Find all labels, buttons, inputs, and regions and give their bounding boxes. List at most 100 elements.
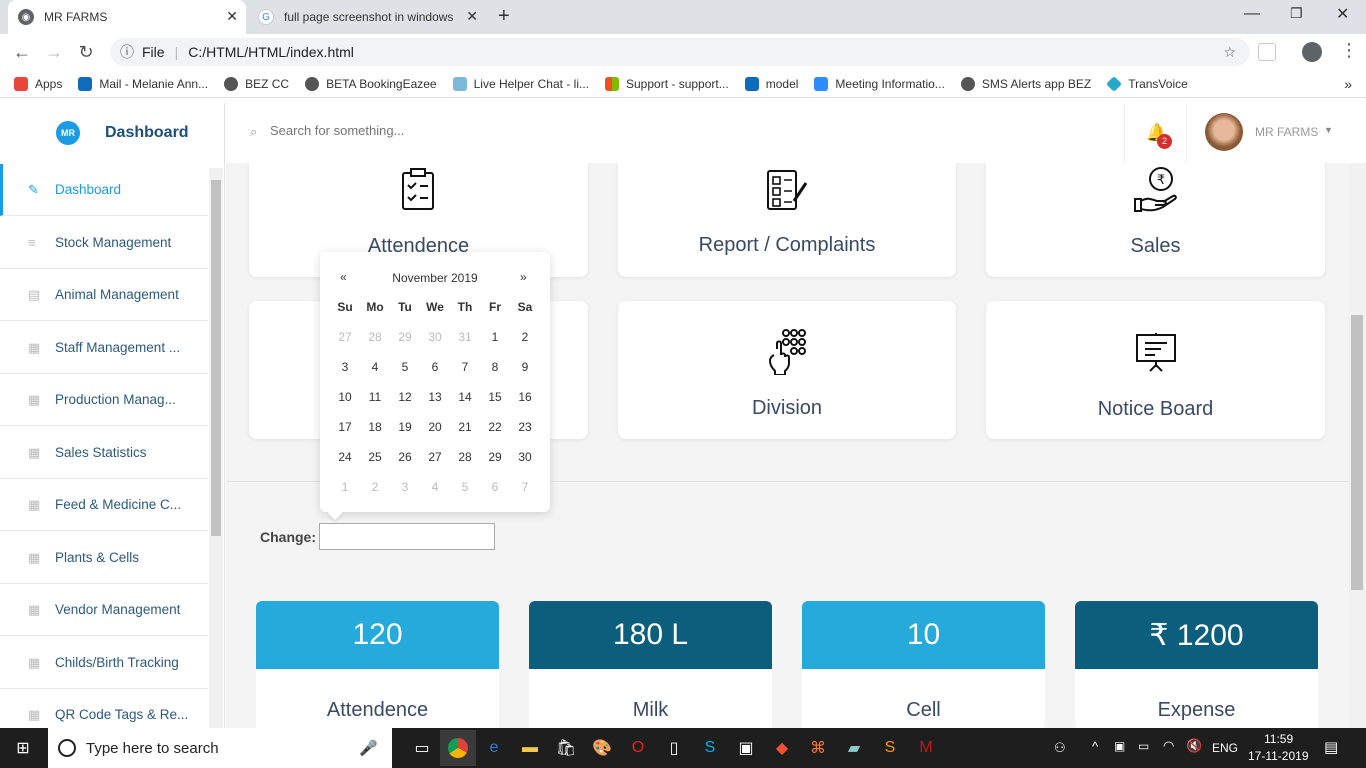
terminal-icon[interactable]: ▣: [728, 730, 764, 766]
day-cell[interactable]: 11: [360, 382, 390, 412]
sidebar-item-plants[interactable]: ▦ Plants & Cells: [0, 532, 208, 584]
app-icon[interactable]: ▰: [836, 730, 872, 766]
address-bar[interactable]: ⓘ File | C:/HTML/HTML/index.html ☆: [110, 38, 1250, 66]
bookmark-beta[interactable]: BETA BookingEazee: [305, 76, 437, 91]
day-cell-other-month[interactable]: 28: [360, 322, 390, 352]
sublime-text-icon[interactable]: S: [872, 730, 908, 766]
day-cell[interactable]: 7: [450, 352, 480, 382]
day-cell[interactable]: 4: [360, 352, 390, 382]
opera-icon[interactable]: O: [620, 730, 656, 766]
caret-down-icon[interactable]: ▼: [1324, 125, 1333, 135]
bookmark-support[interactable]: Support - support...: [605, 76, 729, 91]
microphone-icon[interactable]: 🎤: [359, 739, 378, 757]
restore-icon[interactable]: ❐: [1290, 5, 1303, 22]
action-center-icon[interactable]: ▤: [1324, 738, 1338, 756]
card-notice-board[interactable]: Notice Board: [986, 301, 1325, 439]
wifi-icon[interactable]: ◠: [1163, 738, 1174, 754]
day-cell-other-month[interactable]: 29: [390, 322, 420, 352]
day-cell[interactable]: 1: [480, 322, 510, 352]
windows-start-icon[interactable]: ⊞: [0, 730, 46, 766]
skype-icon[interactable]: S: [692, 730, 728, 766]
sidebar-item-childs[interactable]: ▦ Childs/Birth Tracking: [0, 637, 208, 689]
git-icon[interactable]: ◆: [764, 730, 800, 766]
sidebar-item-dashboard[interactable]: ✎ Dashboard: [0, 164, 208, 216]
file-explorer-icon[interactable]: ▬: [512, 730, 548, 766]
back-icon[interactable]: ←: [6, 36, 38, 68]
day-cell[interactable]: 9: [510, 352, 540, 382]
sidebar-item-stock[interactable]: ≡ Stock Management: [0, 217, 208, 269]
tab-mr-farms[interactable]: ◉ MR FARMS ✕: [8, 0, 246, 34]
day-cell-other-month[interactable]: 31: [450, 322, 480, 352]
xampp-icon[interactable]: ⌘: [800, 730, 836, 766]
tray-app-icon[interactable]: ▣: [1114, 739, 1125, 753]
day-cell[interactable]: 22: [480, 412, 510, 442]
day-cell[interactable]: 8: [480, 352, 510, 382]
sidebar-scroll-thumb[interactable]: [211, 180, 221, 536]
day-cell[interactable]: 23: [510, 412, 540, 442]
battery-icon[interactable]: ▭: [1138, 739, 1149, 753]
bookmark-live-helper[interactable]: Live Helper Chat - li...: [452, 76, 589, 91]
search-input[interactable]: [270, 123, 670, 138]
day-cell-other-month[interactable]: 30: [420, 322, 450, 352]
day-cell-other-month[interactable]: 3: [390, 472, 420, 502]
day-cell[interactable]: 25: [360, 442, 390, 472]
bookmark-model[interactable]: model: [744, 76, 798, 91]
task-view-icon[interactable]: ▭: [404, 730, 440, 766]
paint-icon[interactable]: 🎨: [584, 730, 620, 766]
people-icon[interactable]: ⚇: [1054, 740, 1066, 756]
tab-screenshot-search[interactable]: G full page screenshot in windows ✕: [248, 0, 486, 34]
day-cell-other-month[interactable]: 27: [330, 322, 360, 352]
sidebar-item-production[interactable]: ▦ Production Manag...: [0, 374, 208, 426]
bookmark-transvoice[interactable]: TransVoice: [1106, 75, 1188, 92]
sidebar-item-staff[interactable]: ▦ Staff Management ...: [0, 322, 208, 374]
card-sales[interactable]: ₹ Sales: [986, 163, 1325, 277]
profile-icon[interactable]: [1302, 42, 1322, 62]
day-cell[interactable]: 12: [390, 382, 420, 412]
bookmark-mail[interactable]: Mail - Melanie Ann...: [78, 76, 208, 91]
clock-date[interactable]: 17-11-2019: [1248, 749, 1309, 763]
notepad-icon[interactable]: ▯: [656, 730, 692, 766]
minimize-icon[interactable]: —: [1244, 5, 1260, 23]
avatar[interactable]: [1205, 113, 1243, 151]
day-cell[interactable]: 16: [510, 382, 540, 412]
page-scroll-thumb[interactable]: [1351, 315, 1363, 590]
edge-icon[interactable]: e: [476, 730, 512, 766]
brand[interactable]: MR Dashboard: [0, 103, 224, 163]
day-cell[interactable]: 18: [360, 412, 390, 442]
bookmark-meeting[interactable]: Meeting Informatio...: [814, 76, 945, 91]
mcafee-icon[interactable]: M: [908, 730, 944, 766]
bookmark-star-icon[interactable]: ☆: [1223, 44, 1236, 61]
sidebar-item-vendor[interactable]: ▦ Vendor Management: [0, 584, 208, 636]
close-tab-icon[interactable]: ✕: [466, 8, 478, 25]
day-cell[interactable]: 21: [450, 412, 480, 442]
day-cell-other-month[interactable]: 6: [480, 472, 510, 502]
reload-icon[interactable]: ↻: [70, 36, 102, 68]
forward-icon[interactable]: →: [38, 36, 70, 68]
sidebar-item-sales[interactable]: ▦ Sales Statistics: [0, 427, 208, 479]
clock-time[interactable]: 11:59: [1264, 732, 1293, 746]
taskbar-search-box[interactable]: Type here to search 🎤: [48, 728, 392, 768]
day-cell-other-month[interactable]: 1: [330, 472, 360, 502]
day-cell[interactable]: 13: [420, 382, 450, 412]
card-report-complaints[interactable]: Report / Complaints: [618, 163, 956, 277]
day-cell[interactable]: 6: [420, 352, 450, 382]
sidebar-item-feed[interactable]: ▦ Feed & Medicine C...: [0, 479, 208, 531]
datepicker-month-title[interactable]: November 2019: [320, 271, 550, 285]
day-cell-other-month[interactable]: 5: [450, 472, 480, 502]
user-name[interactable]: MR FARMS: [1255, 125, 1318, 139]
day-cell[interactable]: 14: [450, 382, 480, 412]
close-tab-icon[interactable]: ✕: [226, 8, 238, 25]
menu-kebab-icon[interactable]: ⋮: [1340, 40, 1358, 61]
day-cell[interactable]: 20: [420, 412, 450, 442]
extension-icon[interactable]: [1258, 43, 1276, 61]
chrome-icon[interactable]: [440, 730, 476, 766]
store-icon[interactable]: 🛍: [548, 730, 584, 766]
change-date-input[interactable]: [319, 523, 495, 550]
more-bookmarks-icon[interactable]: »: [1344, 76, 1352, 92]
sidebar-item-animal[interactable]: ▤ Animal Management: [0, 269, 208, 321]
new-tab-icon[interactable]: +: [498, 5, 510, 28]
day-cell[interactable]: 3: [330, 352, 360, 382]
bookmark-apps[interactable]: Apps: [14, 76, 62, 91]
day-cell[interactable]: 24: [330, 442, 360, 472]
close-window-icon[interactable]: ✕: [1336, 4, 1349, 24]
